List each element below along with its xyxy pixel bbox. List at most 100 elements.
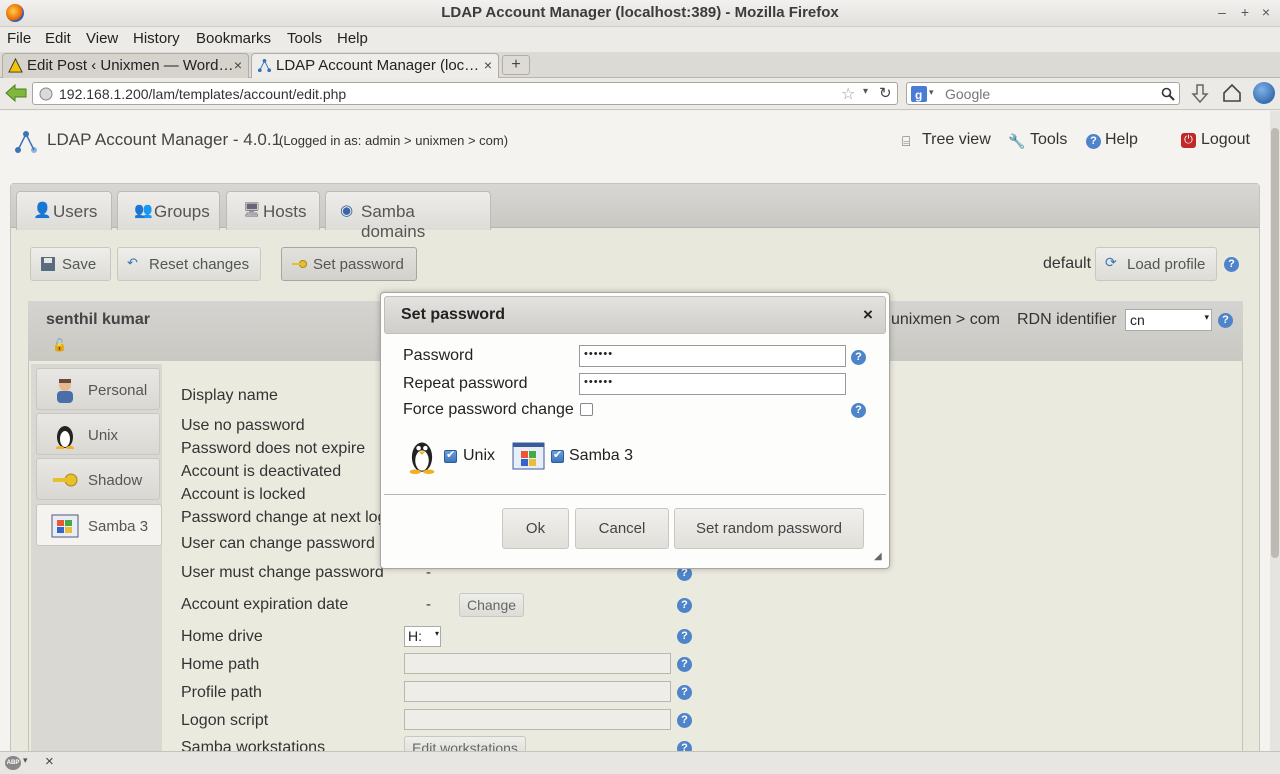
password-input[interactable]: •••••• <box>579 345 846 367</box>
expiration-value: - <box>426 596 431 613</box>
logon-script-input[interactable] <box>404 709 671 730</box>
home-drive-value: H: <box>408 628 422 644</box>
search-engine-dropdown-icon[interactable]: ▾ <box>929 87 934 98</box>
home-path-input[interactable] <box>404 653 671 674</box>
bookmark-star-icon[interactable]: ☆ <box>841 84 855 104</box>
home-path-help-icon[interactable]: ? <box>677 657 692 672</box>
close-addon-bar-icon[interactable]: × <box>45 753 54 770</box>
force-change-checkbox[interactable] <box>580 403 593 416</box>
sidebar-item-personal[interactable]: Personal <box>36 368 160 410</box>
home-drive-select[interactable]: H: ▾ <box>404 626 441 647</box>
edit-workstations-button[interactable]: Edit workstations <box>404 736 526 751</box>
expiration-help-icon[interactable]: ? <box>677 598 692 613</box>
adblock-dropdown-icon[interactable]: ▾ <box>23 755 28 766</box>
logon-script-label: Logon script <box>181 712 269 729</box>
tree-view-icon: ⌸ <box>902 133 911 149</box>
profile-path-help-icon[interactable]: ? <box>677 685 692 700</box>
cancel-button[interactable]: Cancel <box>575 508 669 549</box>
tools-wrench-icon: 🔧 <box>1008 133 1026 149</box>
rdn-select[interactable]: cn ▾ <box>1125 309 1212 331</box>
tab-samba-domains-label: Samba domains <box>361 202 426 241</box>
browser-tab-lam[interactable]: LDAP Account Manager (loc… × <box>251 53 499 78</box>
menu-view[interactable]: View <box>86 30 118 47</box>
tab-hosts[interactable]: 🖥 Hosts <box>226 191 320 230</box>
search-icon[interactable] <box>1161 87 1175 101</box>
change-next-login-label: Password change at next log <box>181 509 387 526</box>
load-profile-button[interactable]: ⟳ Load profile <box>1095 247 1217 281</box>
tab-close-icon[interactable]: × <box>234 57 242 73</box>
home-icon[interactable] <box>1222 83 1242 103</box>
menu-tools[interactable]: Tools <box>287 30 322 47</box>
profile-select[interactable]: default <box>1043 255 1091 273</box>
menu-help[interactable]: Help <box>337 30 368 47</box>
user-can-change-label: User can change password <box>181 535 375 552</box>
repeat-password-input[interactable]: •••••• <box>579 373 846 395</box>
rdn-help-icon[interactable]: ? <box>1218 313 1233 328</box>
sidebar-unix-label: Unix <box>88 427 119 444</box>
search-bar[interactable]: g ▾ Google <box>906 82 1180 105</box>
browser-tab-wordpress[interactable]: Edit Post ‹ Unixmen — Word… × <box>2 53 249 78</box>
set-random-password-button[interactable]: Set random password <box>674 508 864 549</box>
minimize-button[interactable]: – <box>1214 4 1230 20</box>
profile-help-icon[interactable]: ? <box>1224 257 1239 272</box>
help-link[interactable]: Help <box>1105 131 1138 149</box>
firefox-logo-icon <box>6 4 24 22</box>
maximize-button[interactable]: + <box>1237 4 1253 20</box>
home-drive-help-icon[interactable]: ? <box>677 629 692 644</box>
save-label: Save <box>62 256 97 273</box>
tools-link[interactable]: Tools <box>1030 131 1067 149</box>
resize-grip-icon[interactable]: ◢ <box>874 551 882 562</box>
url-dropdown-icon[interactable]: ▾ <box>863 86 868 97</box>
person-icon <box>57 379 73 403</box>
dialog-title: Set password <box>401 306 506 323</box>
home-drive-label: Home drive <box>181 628 263 645</box>
scrollbar-thumb[interactable] <box>1271 128 1279 558</box>
url-text[interactable]: 192.168.1.200/lam/templates/account/edit… <box>59 86 346 102</box>
url-bar[interactable]: 192.168.1.200/lam/templates/account/edit… <box>32 82 898 105</box>
download-icon[interactable] <box>1190 83 1210 105</box>
sidebar-item-samba3[interactable]: Samba 3 <box>36 504 162 546</box>
sidebar-item-unix[interactable]: Unix <box>36 413 160 455</box>
sidebar-item-shadow[interactable]: Shadow <box>36 458 160 500</box>
close-window-button[interactable]: × <box>1258 4 1274 20</box>
password-help-icon[interactable]: ? <box>851 350 866 365</box>
logged-in-info: (Logged in as: admin > unixmen > com) <box>279 133 509 148</box>
tab-groups-label: Groups <box>154 202 210 221</box>
tab-users-label: Users <box>53 202 98 221</box>
tree-view-link[interactable]: Tree view <box>922 131 991 149</box>
adblock-icon[interactable]: ABP <box>5 756 21 770</box>
window-titlebar: LDAP Account Manager (localhost:389) - M… <box>0 0 1280 27</box>
menu-bookmarks[interactable]: Bookmarks <box>196 30 271 47</box>
change-expiration-button[interactable]: Change <box>459 593 524 617</box>
logout-link[interactable]: Logout <box>1201 131 1250 149</box>
dialog-divider <box>384 494 886 495</box>
new-tab-button[interactable]: + <box>502 55 530 75</box>
save-button[interactable]: Save <box>30 247 111 281</box>
key-icon <box>53 473 78 487</box>
logon-script-help-icon[interactable]: ? <box>677 713 692 728</box>
dialog-close-icon[interactable]: × <box>863 305 873 325</box>
tab-close-icon[interactable]: × <box>484 57 492 73</box>
tab-users[interactable]: 👤 Users <box>16 191 112 230</box>
windows-icon <box>51 514 79 538</box>
sync-icon[interactable] <box>1253 82 1275 104</box>
back-arrow-icon[interactable] <box>4 83 28 103</box>
tux-icon <box>409 442 435 474</box>
refresh-icon: ⟳ <box>1105 254 1117 270</box>
reset-changes-button[interactable]: ↶ Reset changes <box>117 247 261 281</box>
set-password-button[interactable]: Set password <box>281 247 417 281</box>
menu-bar: File Edit View History Bookmarks Tools H… <box>0 27 1280 52</box>
unix-checkbox[interactable] <box>444 448 457 463</box>
samba3-checkbox[interactable] <box>551 448 564 463</box>
reload-icon[interactable]: ↻ <box>879 84 892 102</box>
menu-history[interactable]: History <box>133 30 180 47</box>
tab-groups[interactable]: 👥 Groups <box>117 191 220 230</box>
menu-file[interactable]: File <box>7 30 31 47</box>
workstations-help-icon[interactable]: ? <box>677 741 692 751</box>
tab-samba-domains[interactable]: ◉ Samba domains <box>325 191 491 241</box>
ok-button[interactable]: Ok <box>502 508 569 549</box>
expiration-label: Account expiration date <box>181 596 349 613</box>
force-change-help-icon[interactable]: ? <box>851 403 866 418</box>
menu-edit[interactable]: Edit <box>45 30 71 47</box>
profile-path-input[interactable] <box>404 681 671 702</box>
